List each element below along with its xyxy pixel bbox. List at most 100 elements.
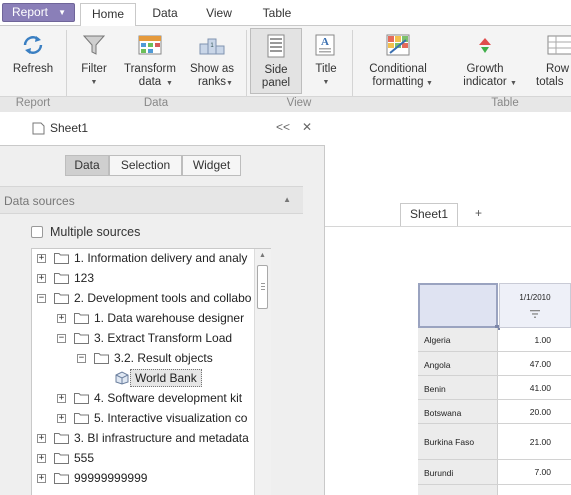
cell-value: 1.00 — [534, 335, 551, 345]
tree-node-label: 1. Information delivery and analy — [74, 251, 248, 265]
refresh-label: Refresh — [12, 63, 54, 75]
segment-data[interactable]: Data — [65, 155, 109, 176]
value-cell[interactable]: 41.00 — [499, 376, 551, 399]
group-label-table: Table — [491, 97, 519, 109]
chevron-down-icon: ▼ — [166, 80, 173, 87]
tab-table[interactable]: Table — [252, 3, 302, 27]
collapse-icon[interactable]: − — [57, 334, 66, 343]
cell-value: 7.00 — [534, 467, 551, 477]
show-as-ranks-label-1: Show as — [189, 63, 235, 75]
tree-node-label: 3. BI infrastructure and metadata — [74, 431, 249, 445]
tab-data[interactable]: Data — [140, 3, 190, 27]
side-panel-sheet-title: Sheet1 — [50, 121, 89, 135]
value-cell[interactable]: 20.00 — [499, 400, 551, 423]
chevron-down-icon: ▼ — [90, 79, 98, 86]
table-row[interactable]: Burkina Faso 21.00 — [418, 424, 571, 460]
multiple-sources-label: Multiple sources — [50, 225, 141, 239]
show-as-ranks-button[interactable]: 1 Show as ranks ▼ — [186, 28, 238, 92]
filter-button[interactable]: Filter ▼ — [72, 28, 116, 92]
segment-selection[interactable]: Selection — [109, 155, 182, 176]
row-totals-button[interactable]: Row totals — [532, 28, 571, 92]
side-panel-header: Sheet1 << ✕ — [0, 112, 325, 145]
chevron-down-icon: ▼ — [226, 80, 233, 87]
growth-indicator-label-1: Growth — [466, 63, 504, 75]
sheet-tab[interactable]: Sheet1 — [400, 203, 458, 226]
side-panel-button[interactable]: Side panel — [250, 28, 302, 94]
expand-icon[interactable]: + — [37, 474, 46, 483]
tab-home[interactable]: Home — [80, 3, 136, 27]
row-header-cell: Angola — [418, 352, 498, 375]
data-sources-header[interactable]: Data sources ▲ — [0, 186, 303, 214]
cell-value: 20.00 — [529, 407, 551, 417]
folder-icon — [54, 473, 69, 484]
tree-node-label: 2. Development tools and collabo — [74, 291, 252, 305]
value-cell[interactable]: 21.00 — [499, 424, 551, 459]
row-label: Algeria — [424, 335, 451, 345]
value-cell[interactable]: 1.00 — [499, 328, 551, 351]
collapse-icon[interactable]: − — [77, 354, 86, 363]
row-totals-label-1: Row — [546, 63, 570, 75]
growth-indicator-button[interactable]: Growth indicator ▼ — [448, 28, 522, 92]
conditional-formatting-button[interactable]: Conditional formatting ▼ — [360, 28, 436, 92]
filter-icon — [82, 35, 106, 55]
folder-icon — [74, 413, 89, 424]
table-row[interactable]: Angola 47.00 — [418, 352, 571, 376]
folder-icon — [94, 353, 109, 364]
report-menu-button[interactable]: Report ▼ — [2, 3, 75, 22]
tab-view[interactable]: View — [196, 3, 242, 27]
chevron-down-icon: ▼ — [426, 80, 433, 87]
add-sheet-button[interactable]: + — [475, 206, 482, 220]
chevron-down-icon: ▼ — [322, 79, 330, 86]
title-icon: A — [315, 34, 335, 56]
value-cell[interactable]: 47.00 — [499, 352, 551, 375]
table-corner-cell[interactable] — [418, 283, 498, 328]
folder-icon — [74, 333, 89, 344]
expand-icon[interactable]: + — [57, 414, 66, 423]
side-panel-label-2: panel — [261, 77, 291, 89]
column-header[interactable]: 1/1/2010 — [499, 283, 571, 328]
close-panel-button[interactable]: ✕ — [302, 120, 312, 134]
sheet-icon — [32, 122, 45, 135]
ranks-podium-icon: 1 — [199, 38, 225, 55]
side-panel-label-1: Side — [264, 64, 288, 76]
folder-icon — [54, 253, 69, 264]
table-row[interactable]: Burundi 7.00 — [418, 460, 571, 485]
expand-icon[interactable]: + — [57, 314, 66, 323]
segment-widget[interactable]: Widget — [182, 155, 241, 176]
row-label: Burundi — [424, 468, 454, 478]
expand-icon[interactable]: + — [37, 454, 46, 463]
table-row[interactable]: Algeria 1.00 — [418, 328, 571, 352]
expand-icon[interactable]: + — [37, 254, 46, 263]
group-label-report: Report — [15, 97, 51, 109]
table-row[interactable] — [418, 485, 571, 495]
row-label: Benin — [424, 384, 446, 394]
cell-value: 21.00 — [529, 437, 551, 447]
ribbon-tab-bar: Report ▼ Home Data View Table — [0, 0, 571, 27]
folder-icon — [74, 393, 89, 404]
collapse-icon[interactable]: − — [37, 294, 46, 303]
value-cell[interactable]: 7.00 — [499, 460, 551, 484]
grip-line — [261, 283, 265, 284]
scroll-up-icon[interactable]: ▲ — [259, 252, 266, 259]
folder-icon — [74, 313, 89, 324]
filter-label: Filter — [81, 63, 107, 75]
tree-scrollbar[interactable]: ▲ — [254, 249, 271, 495]
title-button[interactable]: A Title ▼ — [306, 28, 346, 92]
table-row[interactable]: Botswana 20.00 — [418, 400, 571, 424]
tree-node-label: 555 — [74, 451, 95, 465]
transform-data-button[interactable]: Transform data ▼ — [120, 28, 180, 92]
row-label: Angola — [424, 360, 451, 370]
scrollbar-thumb[interactable] — [257, 265, 268, 309]
collapse-panel-button[interactable]: << — [276, 120, 290, 134]
expand-icon[interactable]: + — [37, 434, 46, 443]
tree-node-label: 1. Data warehouse designer — [94, 311, 245, 325]
grip-line — [261, 286, 265, 287]
row-header-cell: Benin — [418, 376, 498, 399]
multiple-sources-checkbox[interactable] — [31, 226, 43, 238]
sort-filter-icon[interactable] — [529, 309, 541, 319]
expand-icon[interactable]: + — [57, 394, 66, 403]
table-row[interactable]: Benin 41.00 — [418, 376, 571, 400]
expand-icon[interactable]: + — [37, 274, 46, 283]
tree-node-label: 5. Interactive visualization co — [94, 411, 248, 425]
refresh-button[interactable]: Refresh — [6, 28, 60, 92]
